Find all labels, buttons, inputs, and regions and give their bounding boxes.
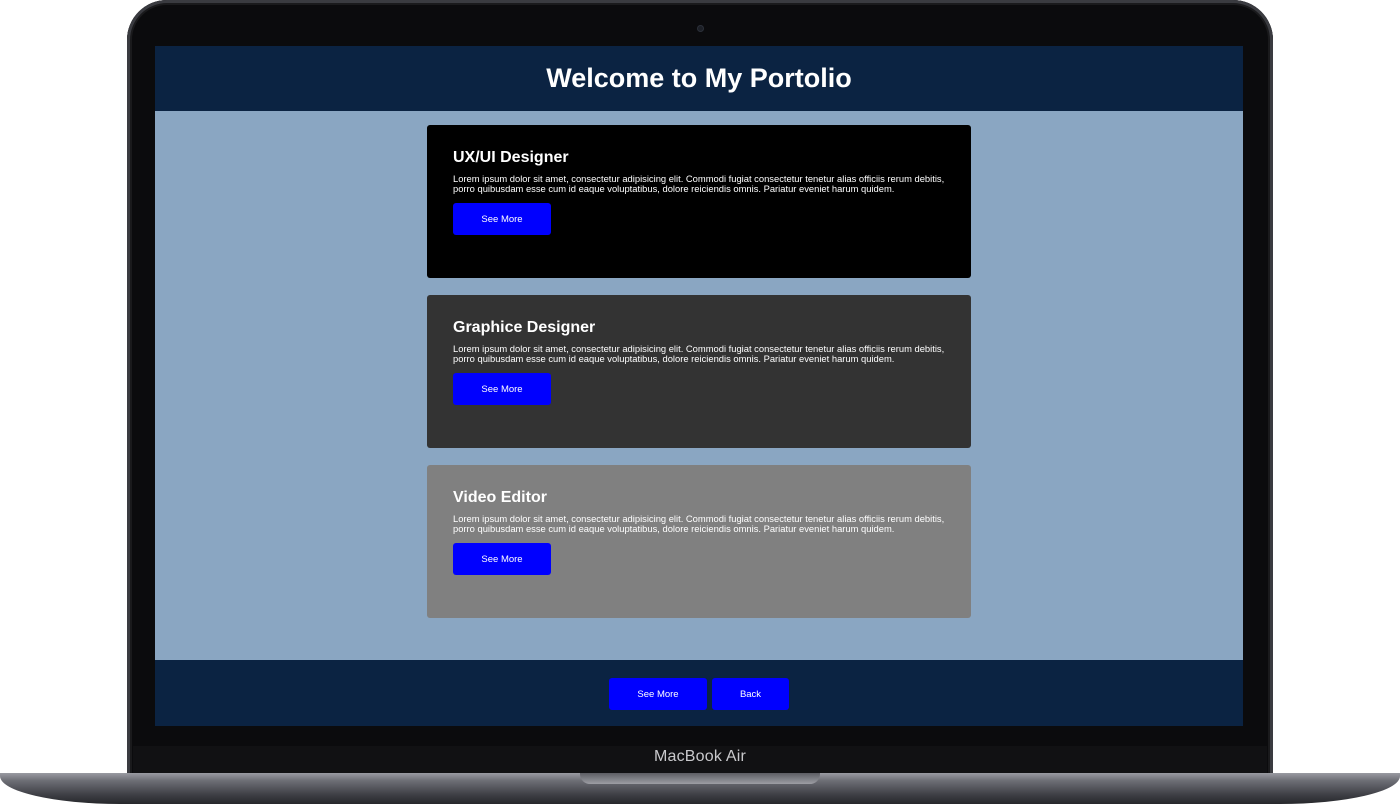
card-video-editor: Video Editor Lorem ipsum dolor sit amet,… bbox=[427, 465, 971, 618]
laptop-mockup: Welcome to My Portolio UX/UI Designer Lo… bbox=[0, 0, 1400, 804]
see-more-button[interactable]: See More bbox=[453, 373, 551, 405]
webcam-icon bbox=[697, 25, 704, 32]
laptop-notch bbox=[580, 773, 820, 784]
site-header: Welcome to My Portolio bbox=[155, 46, 1243, 111]
see-more-button[interactable]: See More bbox=[453, 543, 551, 575]
card-title: Graphice Designer bbox=[453, 319, 596, 336]
card-description: Lorem ipsum dolor sit amet, consectetur … bbox=[453, 173, 945, 194]
card-title: Video Editor bbox=[453, 489, 547, 506]
footer-actions: See More Back bbox=[609, 678, 789, 710]
page-title: Welcome to My Portolio bbox=[546, 63, 852, 93]
see-more-button[interactable]: See More bbox=[453, 203, 551, 235]
back-button[interactable]: Back bbox=[712, 678, 789, 710]
screen: Welcome to My Portolio UX/UI Designer Lo… bbox=[155, 46, 1243, 726]
card-list: UX/UI Designer Lorem ipsum dolor sit ame… bbox=[427, 125, 971, 635]
card-ux-ui-designer: UX/UI Designer Lorem ipsum dolor sit ame… bbox=[427, 125, 971, 278]
device-label: MacBook Air bbox=[653, 748, 746, 765]
card-title: UX/UI Designer bbox=[453, 149, 569, 166]
card-description: Lorem ipsum dolor sit amet, consectetur … bbox=[453, 513, 945, 534]
site-footer: See More Back bbox=[155, 660, 1243, 726]
card-graphic-designer: Graphice Designer Lorem ipsum dolor sit … bbox=[427, 295, 971, 448]
footer-see-more-button[interactable]: See More bbox=[609, 678, 707, 710]
card-description: Lorem ipsum dolor sit amet, consectetur … bbox=[453, 343, 945, 364]
